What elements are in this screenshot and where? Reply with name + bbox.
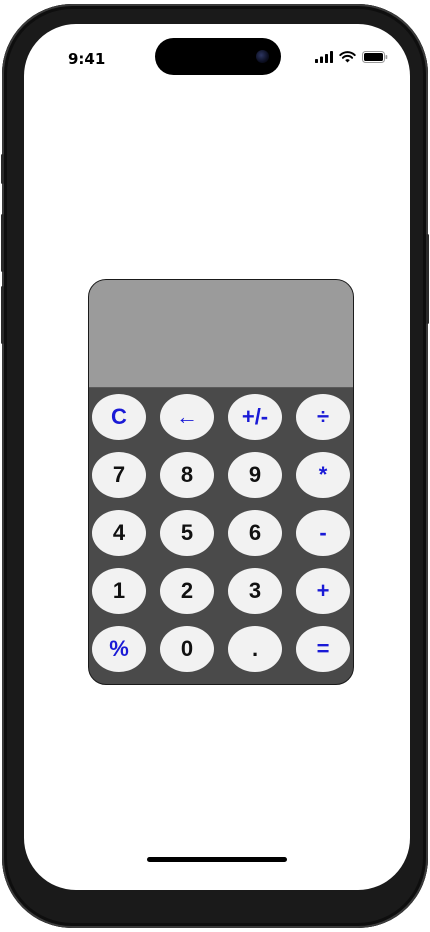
volume-down-button — [1, 286, 4, 344]
status-bar: 9:41 — [24, 24, 410, 94]
backspace-button[interactable]: ← — [160, 394, 214, 440]
digit-7-button[interactable]: 7 — [92, 452, 146, 498]
percent-button[interactable]: % — [92, 626, 146, 672]
clear-button[interactable]: C — [92, 394, 146, 440]
digit-8-button[interactable]: 8 — [160, 452, 214, 498]
decimal-button[interactable]: . — [228, 626, 282, 672]
volume-up-button — [1, 214, 4, 272]
multiply-button[interactable]: * — [296, 452, 350, 498]
subtract-button[interactable]: - — [296, 510, 350, 556]
dynamic-island — [155, 38, 281, 75]
signal-icon — [315, 51, 333, 63]
wifi-icon — [339, 51, 356, 63]
status-time: 9:41 — [68, 50, 106, 68]
home-indicator[interactable] — [147, 857, 287, 862]
power-button — [426, 234, 429, 324]
battery-icon — [362, 51, 388, 63]
status-icons — [315, 51, 388, 63]
action-button — [1, 154, 4, 184]
digit-1-button[interactable]: 1 — [92, 568, 146, 614]
digit-6-button[interactable]: 6 — [228, 510, 282, 556]
equals-button[interactable]: = — [296, 626, 350, 672]
digit-2-button[interactable]: 2 — [160, 568, 214, 614]
digit-5-button[interactable]: 5 — [160, 510, 214, 556]
digit-0-button[interactable]: 0 — [160, 626, 214, 672]
digit-9-button[interactable]: 9 — [228, 452, 282, 498]
digit-4-button[interactable]: 4 — [92, 510, 146, 556]
divide-button[interactable]: ÷ — [296, 394, 350, 440]
calculator-display — [89, 280, 353, 388]
toggle-sign-button[interactable]: +/- — [228, 394, 282, 440]
add-button[interactable]: + — [296, 568, 350, 614]
digit-3-button[interactable]: 3 — [228, 568, 282, 614]
calculator: C ← +/- ÷ 7 8 9 * 4 5 6- 1 2 3 +% 0. = — [88, 279, 354, 685]
screen: 9:41 C ← +/- ÷ 7 8 9 * 4 5 6 - 1 2 3 + %… — [24, 24, 410, 890]
keypad: C ← +/- ÷ 7 8 9 * 4 5 6- 1 2 3 +% 0. = — [89, 388, 353, 684]
camera-icon — [256, 50, 269, 63]
phone-frame: 9:41 C ← +/- ÷ 7 8 9 * 4 5 6 - 1 2 3 + %… — [1, 4, 429, 928]
